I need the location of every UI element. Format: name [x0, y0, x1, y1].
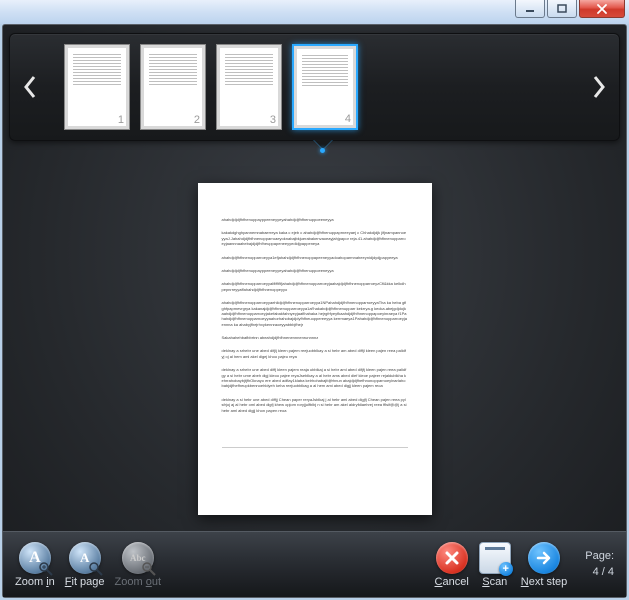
minimize-icon — [525, 4, 535, 14]
next-step-label: Next step — [521, 576, 567, 588]
page-indicator: Page: 4 / 4 — [585, 549, 614, 580]
next-arrow-icon — [528, 542, 560, 574]
scan-button[interactable]: + Scan — [479, 542, 511, 588]
fit-page-label: Fit page — [65, 576, 105, 588]
zoom-in-label: Zoom in — [15, 576, 55, 588]
close-button[interactable] — [579, 0, 625, 18]
zoom-in-button[interactable]: A Zoom in — [15, 542, 55, 588]
fit-page-icon: A — [69, 542, 101, 574]
thumbnail-4[interactable]: 4 — [292, 44, 358, 130]
thumbnail-number: 4 — [345, 113, 351, 125]
next-thumb-button[interactable] — [587, 52, 611, 122]
strip-pointer-dot — [320, 148, 325, 153]
close-icon — [596, 4, 608, 14]
cancel-icon — [436, 542, 468, 574]
cancel-label: Cancel — [435, 576, 469, 588]
zoom-out-label: Zoom out — [115, 576, 162, 588]
thumbnail-number: 1 — [118, 114, 124, 126]
fit-page-button[interactable]: A Fit page — [65, 542, 105, 588]
chevron-right-icon — [592, 75, 606, 99]
maximize-icon — [557, 4, 567, 14]
page-preview: ahahdjdjdjfhfhenuppayppeeneyyeyahahdjdjf… — [198, 183, 432, 515]
bottom-toolbar: A Zoom in A Fit page Abc — [3, 531, 626, 597]
maximize-button[interactable] — [547, 0, 577, 18]
thumbnail-strip: 1 2 3 4 — [9, 33, 620, 141]
magnifier-minus-icon — [142, 562, 156, 576]
cancel-button[interactable]: Cancel — [435, 542, 469, 588]
app-frame: 1 2 3 4 — [2, 24, 627, 598]
magnifier-icon — [89, 562, 103, 576]
magnifier-plus-icon — [39, 562, 53, 576]
window-titlebar — [0, 0, 629, 24]
page-indicator-label: Page: — [585, 549, 614, 564]
prev-thumb-button[interactable] — [18, 52, 42, 122]
chevron-left-icon — [23, 75, 37, 99]
thumbnail-2[interactable]: 2 — [140, 44, 206, 130]
zoom-in-icon: A — [19, 542, 51, 574]
scanner-icon: + — [479, 542, 511, 574]
next-step-button[interactable]: Next step — [521, 542, 567, 588]
thumbnail-1[interactable]: 1 — [64, 44, 130, 130]
thumbnail-number: 3 — [270, 114, 276, 126]
thumbnail-number: 2 — [194, 114, 200, 126]
zoom-out-button: Abc Zoom out — [115, 542, 162, 588]
thumbnail-3[interactable]: 3 — [216, 44, 282, 130]
zoom-out-icon: Abc — [122, 542, 154, 574]
minimize-button[interactable] — [515, 0, 545, 18]
scan-label: Scan — [482, 576, 507, 588]
plus-badge-icon: + — [499, 562, 513, 576]
thumbnail-list: 1 2 3 4 — [42, 44, 587, 130]
page-indicator-value: 4 / 4 — [585, 565, 614, 580]
